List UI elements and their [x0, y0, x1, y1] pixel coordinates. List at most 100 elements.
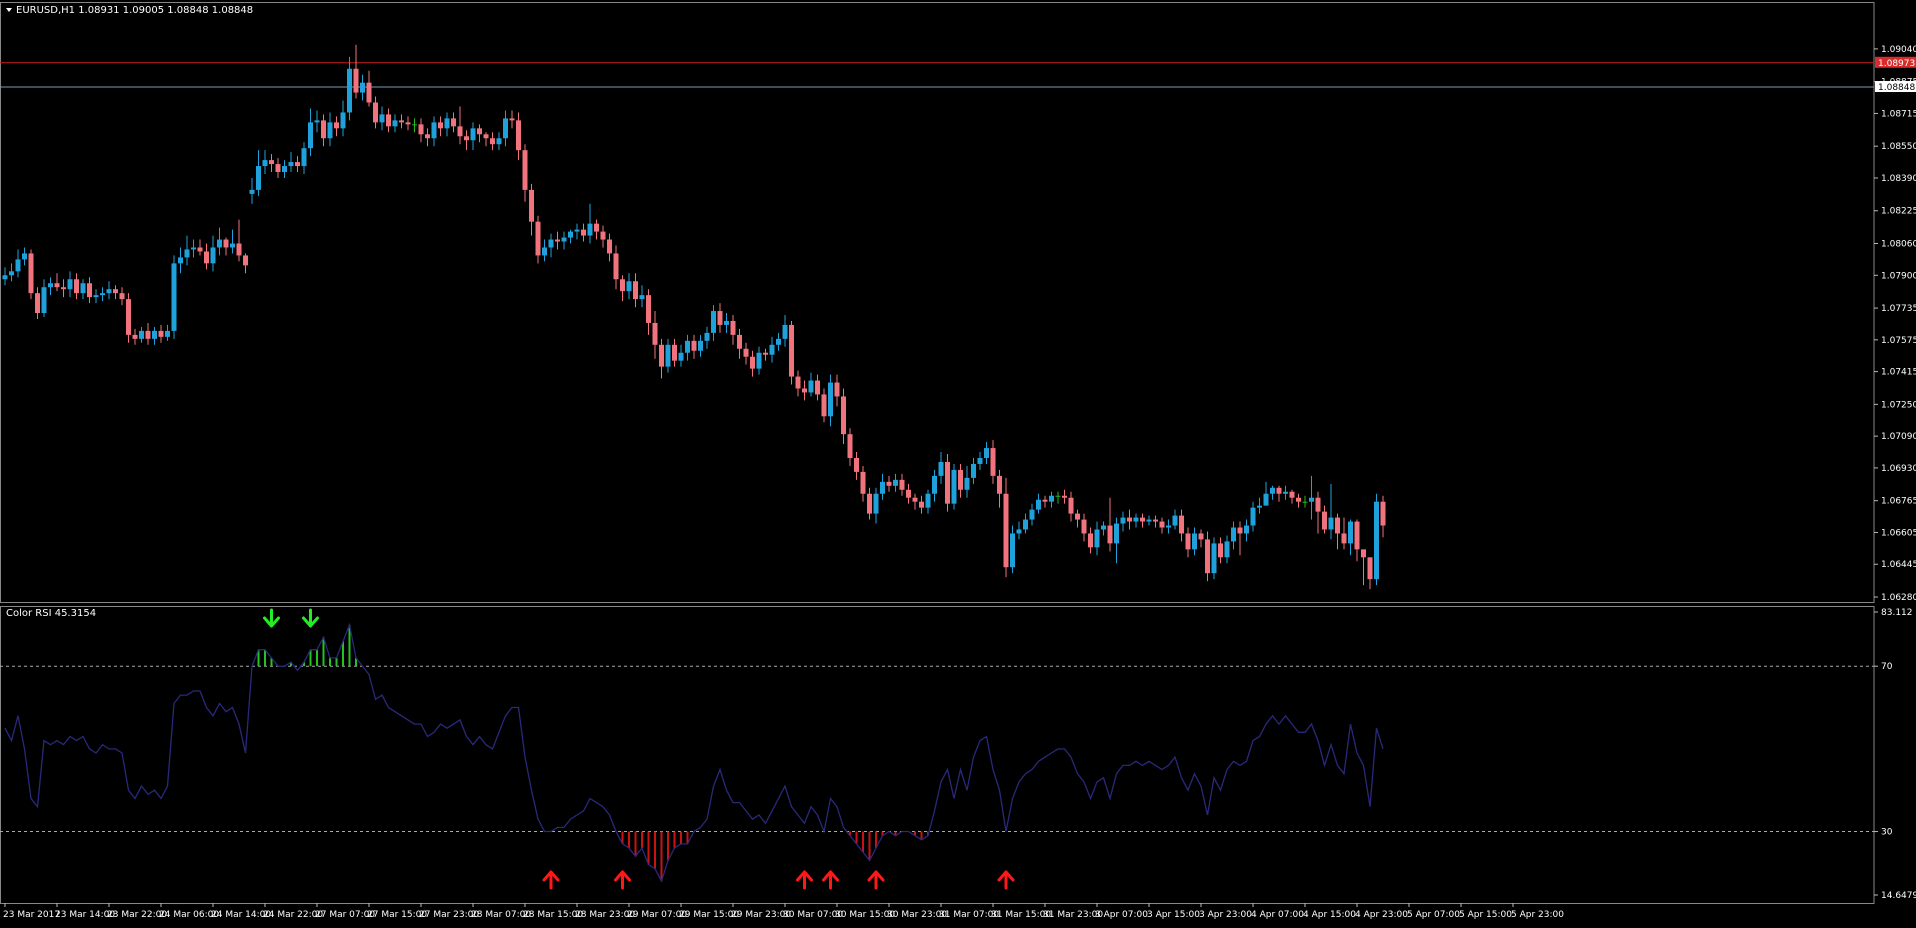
candle-body[interactable]: [899, 479, 905, 490]
candle-body[interactable]: [204, 251, 209, 264]
candle-body[interactable]: [288, 162, 294, 167]
candle-body[interactable]: [171, 263, 177, 331]
candle-body[interactable]: [1088, 533, 1093, 548]
candle-body[interactable]: [756, 352, 762, 369]
candle-body[interactable]: [620, 279, 625, 292]
candle-body[interactable]: [529, 189, 534, 222]
candle-body[interactable]: [314, 120, 320, 123]
candle-body[interactable]: [1354, 521, 1360, 550]
candle-body[interactable]: [893, 479, 898, 486]
candle-body[interactable]: [535, 221, 541, 256]
candle-body[interactable]: [1296, 497, 1301, 502]
candle-body[interactable]: [132, 334, 138, 339]
candle-body[interactable]: [113, 289, 118, 294]
candle-body[interactable]: [438, 122, 443, 129]
candle-body[interactable]: [1185, 533, 1191, 550]
candle-body[interactable]: [932, 475, 937, 494]
candle-body[interactable]: [639, 295, 645, 300]
candle-body[interactable]: [776, 338, 781, 345]
candle-body[interactable]: [691, 340, 697, 351]
candle-body[interactable]: [1081, 519, 1087, 534]
candle-body[interactable]: [672, 344, 677, 361]
candle-body[interactable]: [665, 344, 671, 367]
candle-body[interactable]: [93, 295, 99, 298]
candle-body[interactable]: [15, 259, 21, 272]
candle-body[interactable]: [1068, 497, 1074, 514]
candle-body[interactable]: [1107, 525, 1113, 544]
candle-body[interactable]: [867, 493, 872, 514]
candle-body[interactable]: [223, 239, 229, 248]
candle-body[interactable]: [737, 334, 742, 349]
candle-body[interactable]: [490, 138, 495, 145]
candle-body[interactable]: [360, 82, 365, 93]
candle-body[interactable]: [301, 148, 307, 167]
candle-body[interactable]: [197, 247, 203, 252]
candle-body[interactable]: [327, 122, 333, 139]
candle-body[interactable]: [815, 380, 820, 395]
candle-body[interactable]: [48, 283, 53, 288]
candle-body[interactable]: [1120, 517, 1126, 524]
candle-body[interactable]: [22, 253, 27, 260]
candle-body[interactable]: [1380, 501, 1386, 526]
candle-body[interactable]: [1010, 533, 1015, 568]
candle-body[interactable]: [1348, 521, 1353, 544]
candle-body[interactable]: [880, 481, 885, 494]
candle-body[interactable]: [1140, 517, 1145, 522]
candle-body[interactable]: [1335, 517, 1340, 534]
candle-body[interactable]: [1205, 539, 1210, 574]
candle-body[interactable]: [100, 293, 105, 296]
candle-body[interactable]: [1231, 527, 1236, 542]
candle-body[interactable]: [1159, 521, 1165, 528]
candle-body[interactable]: [1016, 529, 1022, 534]
candle-body[interactable]: [789, 324, 794, 377]
candle-body[interactable]: [555, 239, 560, 242]
candle-body[interactable]: [399, 120, 404, 123]
candle-body[interactable]: [717, 311, 723, 325]
candle-body[interactable]: [1218, 543, 1223, 558]
candle-body[interactable]: [1211, 543, 1217, 574]
candle-body[interactable]: [158, 330, 164, 337]
chart-canvas[interactable]: 1.090401.088751.087151.085501.083901.082…: [0, 0, 1916, 924]
candle-body[interactable]: [321, 120, 326, 139]
candle-body[interactable]: [587, 223, 593, 236]
candle-body[interactable]: [470, 128, 476, 141]
candle-body[interactable]: [2, 275, 8, 280]
candle-body[interactable]: [1166, 525, 1171, 528]
candle-body[interactable]: [821, 394, 827, 417]
candle-body[interactable]: [964, 477, 970, 490]
candle-body[interactable]: [698, 340, 703, 351]
candle-body[interactable]: [269, 160, 274, 165]
candle-body[interactable]: [74, 279, 79, 294]
candle-body[interactable]: [444, 118, 450, 129]
candle-body[interactable]: [67, 279, 73, 290]
candle-body[interactable]: [41, 287, 47, 314]
candle-body[interactable]: [847, 434, 853, 458]
candle-body[interactable]: [386, 114, 391, 127]
candle-body[interactable]: [1127, 517, 1132, 522]
candle-body[interactable]: [652, 322, 658, 345]
candle-body[interactable]: [334, 122, 339, 129]
candle-body[interactable]: [353, 68, 359, 93]
candle-body[interactable]: [808, 380, 814, 393]
candle-body[interactable]: [724, 320, 729, 325]
candle-body[interactable]: [405, 122, 411, 125]
candle-body[interactable]: [152, 330, 157, 339]
candle-body[interactable]: [1146, 519, 1152, 522]
candle-body[interactable]: [1289, 491, 1295, 498]
candle-body[interactable]: [61, 287, 66, 290]
candle-body[interactable]: [548, 239, 554, 248]
candle-body[interactable]: [1029, 509, 1035, 520]
candle-body[interactable]: [1302, 501, 1308, 503]
candle-body[interactable]: [802, 388, 807, 393]
candle-body[interactable]: [1153, 519, 1158, 522]
candle-body[interactable]: [1224, 541, 1230, 558]
candle-body[interactable]: [1263, 493, 1269, 506]
candle-body[interactable]: [860, 471, 866, 494]
candle-body[interactable]: [1276, 487, 1282, 494]
candle-body[interactable]: [184, 249, 190, 258]
candle-body[interactable]: [646, 295, 651, 323]
candle-body[interactable]: [1257, 505, 1262, 508]
candle-body[interactable]: [1179, 515, 1184, 534]
candle-body[interactable]: [795, 376, 801, 389]
candle-body[interactable]: [1101, 525, 1106, 530]
